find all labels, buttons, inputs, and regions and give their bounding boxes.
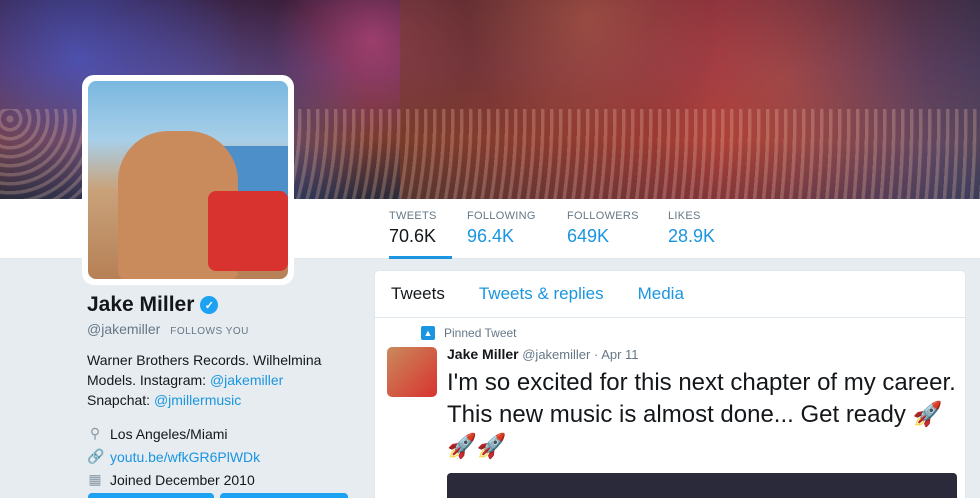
profile-card: Jake Miller ✓ @jakemiller FOLLOWS YOU Wa…	[87, 293, 367, 491]
stat-value: 28.9K	[668, 226, 716, 246]
tweet-body: I'm so excited for this next chapter of …	[447, 369, 956, 428]
stat-label: LIKES	[668, 210, 701, 222]
profile-name[interactable]: Jake Miller	[87, 293, 194, 317]
avatar-image	[88, 81, 288, 279]
pin-icon: ▲	[421, 326, 435, 340]
bio-line-3: Snapchat:	[87, 392, 154, 408]
message-button[interactable]	[220, 493, 348, 498]
stat-followers[interactable]: FOLLOWERS 649K	[567, 210, 647, 259]
joined-text: Joined December 2010	[110, 471, 255, 488]
stat-value: 649K	[567, 226, 610, 246]
rocket-emoji: 🚀	[912, 401, 943, 428]
tab-tweets[interactable]: Tweets	[391, 284, 445, 304]
rocket-emoji: 🚀	[476, 433, 507, 460]
profile-handle-row: @jakemiller FOLLOWS YOU	[87, 321, 367, 337]
tweet-header: Jake Miller @jakemiller · Apr 11	[447, 346, 639, 362]
tweet-avatar[interactable]	[387, 347, 437, 397]
tweet-media[interactable]	[447, 473, 957, 498]
verified-badge-icon: ✓	[200, 296, 219, 314]
tweet-author[interactable]: Jake Miller	[447, 346, 519, 362]
profile-handle[interactable]: @jakemiller	[87, 321, 160, 337]
rocket-emoji: 🚀	[447, 433, 477, 460]
tweet-date[interactable]: · Apr 11	[594, 347, 639, 362]
website-row: 🔗 youtu.be/wfkGR6PlWDk	[87, 445, 367, 468]
timeline-tabs: Tweets Tweets & replies Media	[375, 271, 965, 318]
joined-row: ▦ Joined December 2010	[87, 468, 367, 491]
bio-snapchat-link[interactable]: @jmillermusic	[154, 392, 241, 408]
profile-bio: Warner Brothers Records. Wilhelmina Mode…	[87, 350, 367, 410]
website-link[interactable]: youtu.be/wfkGR6PlWDk	[110, 449, 260, 465]
location-text: Los Angeles/Miami	[110, 425, 228, 442]
tweet-handle[interactable]: @jakemiller	[522, 347, 590, 362]
bio-instagram-link[interactable]: @jakemiller	[210, 372, 283, 388]
stat-label: TWEETS	[389, 210, 437, 222]
tweet-text: I'm so excited for this next chapter of …	[447, 367, 957, 463]
stat-label: FOLLOWERS	[567, 210, 639, 222]
pinned-tweet-label: ▲ Pinned Tweet	[421, 326, 517, 340]
stat-value: 70.6K	[389, 226, 437, 246]
calendar-icon: ▦	[88, 471, 102, 487]
follow-button[interactable]	[88, 493, 214, 498]
profile-meta: ⚲ Los Angeles/Miami 🔗 youtu.be/wfkGR6PlW…	[87, 422, 367, 491]
stat-following[interactable]: FOLLOWING 96.4K	[467, 210, 547, 259]
bio-line-1: Warner Brothers Records. Wilhelmina	[87, 352, 322, 368]
stat-likes[interactable]: LIKES 28.9K	[668, 210, 728, 259]
stat-tweets[interactable]: TWEETS 70.6K	[389, 210, 452, 259]
pinned-text: Pinned Tweet	[444, 326, 517, 340]
location-pin-icon: ⚲	[89, 425, 101, 441]
profile-avatar[interactable]	[82, 75, 294, 285]
timeline: Tweets Tweets & replies Media ▲ Pinned T…	[374, 270, 966, 498]
tab-media[interactable]: Media	[638, 284, 684, 304]
tab-tweets-replies[interactable]: Tweets & replies	[479, 284, 604, 304]
link-icon: 🔗	[87, 448, 105, 464]
location-row: ⚲ Los Angeles/Miami	[87, 422, 367, 445]
profile-name-row: Jake Miller ✓	[87, 293, 367, 317]
stat-label: FOLLOWING	[467, 210, 536, 222]
stat-value: 96.4K	[467, 226, 515, 246]
avatar-shorts	[208, 191, 288, 271]
bio-line-2: Models. Instagram:	[87, 372, 210, 388]
follows-you-badge: FOLLOWS YOU	[170, 326, 249, 337]
